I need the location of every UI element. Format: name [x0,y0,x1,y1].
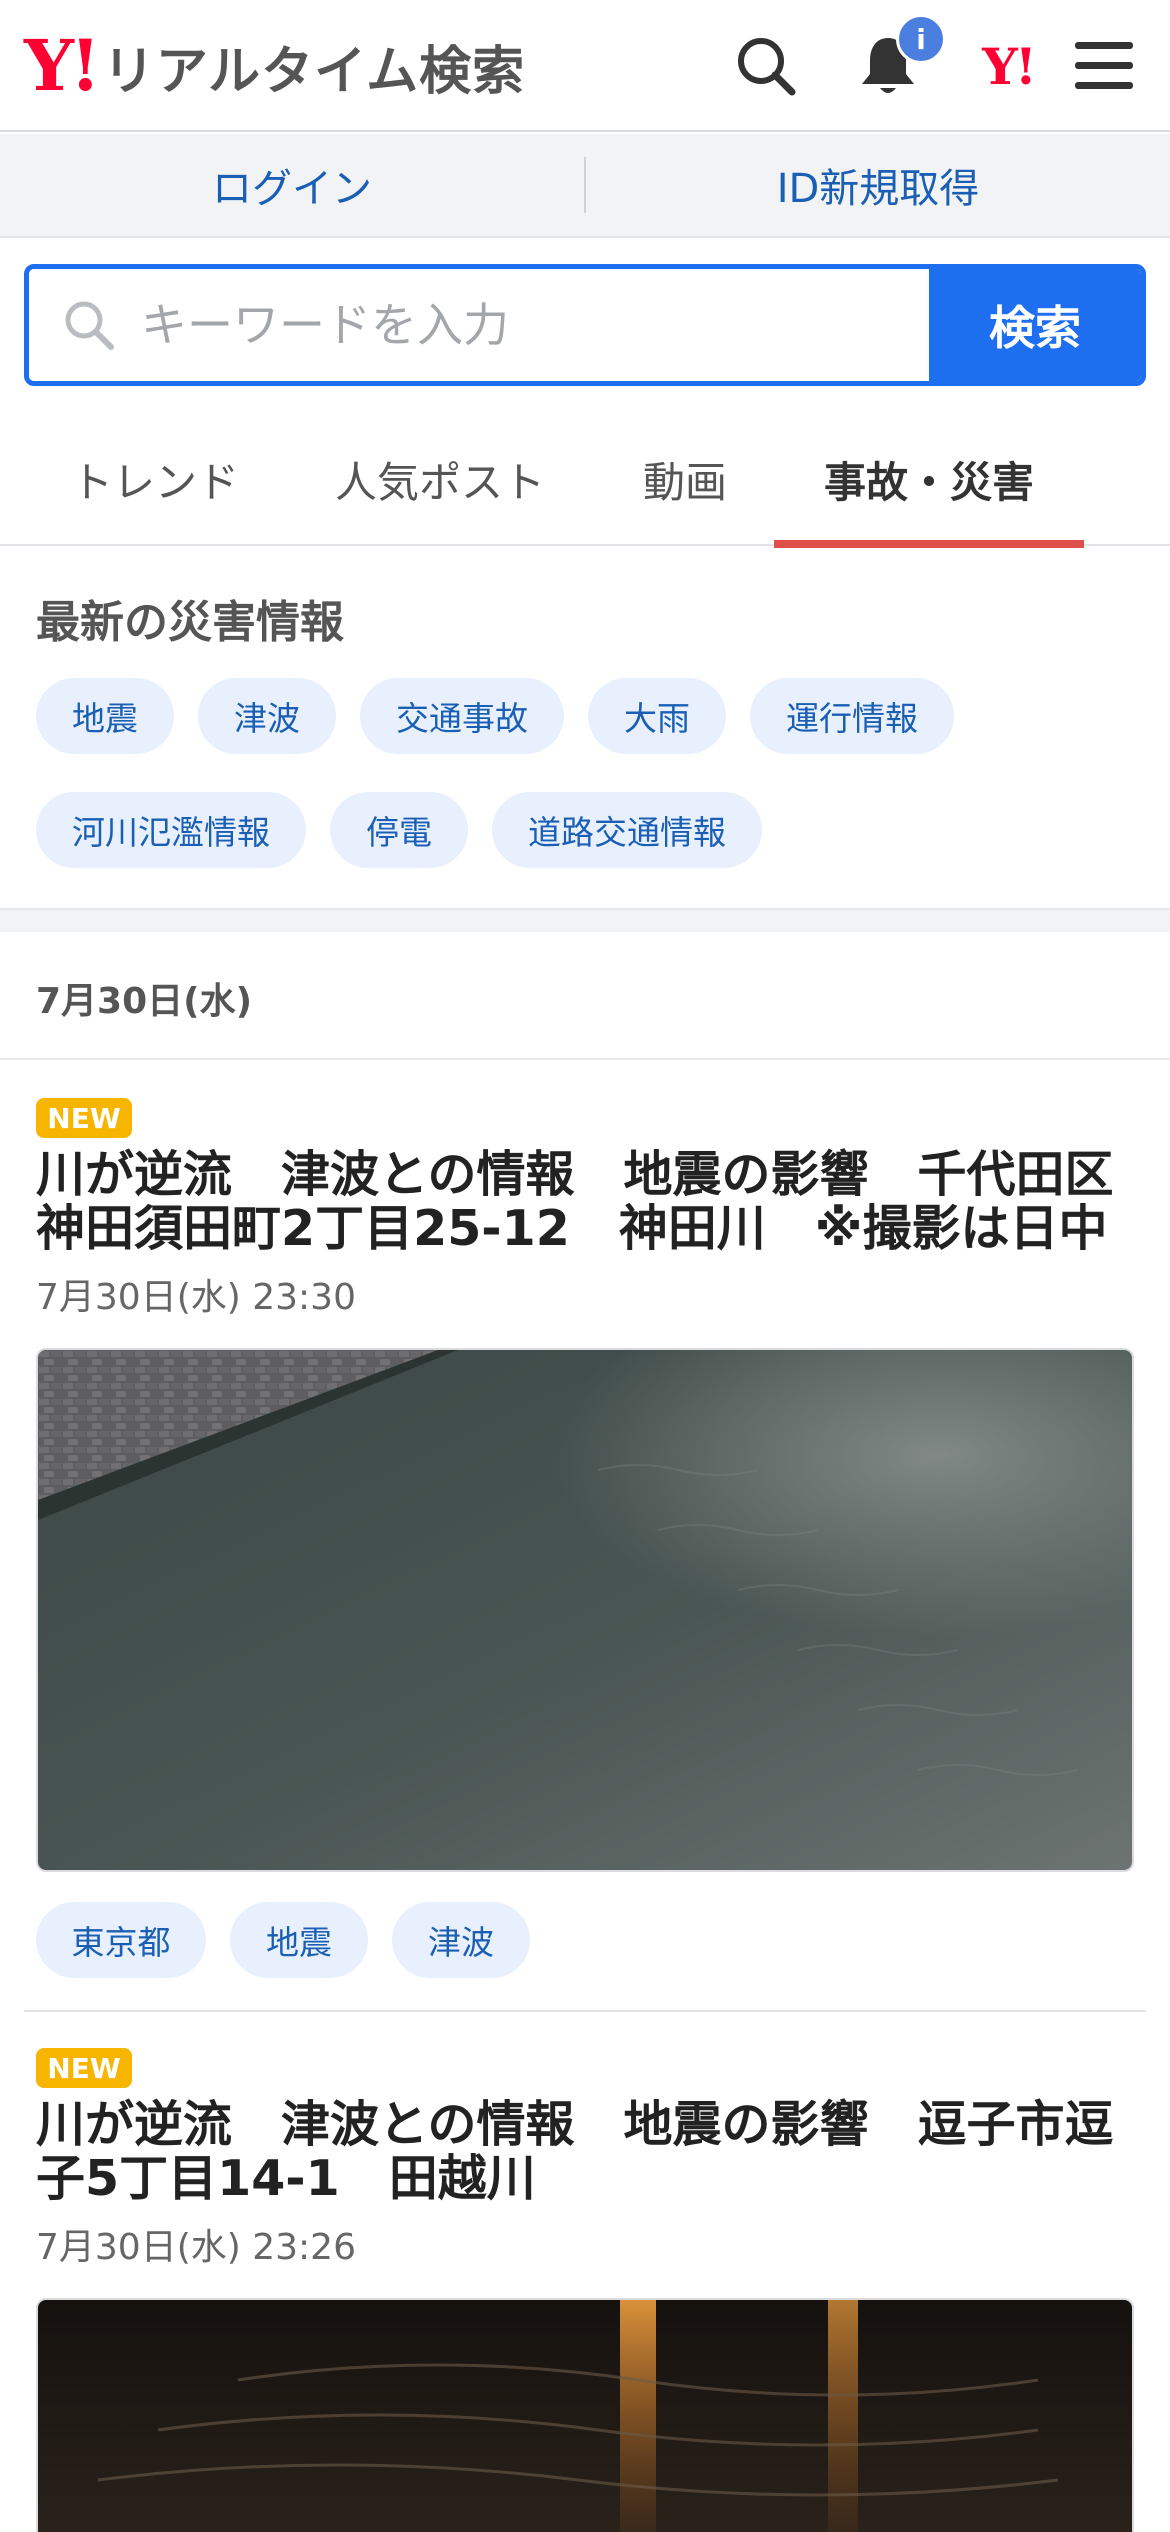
tab-trend[interactable]: トレンド [40,412,270,546]
post-title-line: 川が逆流 津波との情報 地震の影響 逗子市逗 [36,2096,1114,2153]
post-image[interactable] [36,2298,1134,2532]
active-tab-indicator [774,540,1084,548]
disaster-info-section: 最新の災害情報 地震 津波 交通事故 大雨 運行情報 河川氾濫情報 停電 道路交… [0,548,1170,908]
post-tag[interactable]: 地震 [230,1902,368,1978]
date-heading-row: 7月30日(水) [0,932,1170,1060]
new-badge: NEW [36,1098,132,1138]
yahoo-realtime-logo[interactable]: Y! リアルタイム検索 [24,28,525,104]
tab-accident-disaster[interactable]: 事故・災害 [774,412,1084,548]
yahoo-mini-logo: Y! [982,36,1037,96]
search-button[interactable]: 検索 [929,269,1141,381]
section-title: 最新の災害情報 [36,597,344,648]
post-tag[interactable]: 東京都 [36,1902,206,1978]
service-name: リアルタイム検索 [102,41,526,102]
post-title-line: 子5丁目14-1 田越川 [36,2150,536,2207]
chip-road-traffic[interactable]: 道路交通情報 [492,792,762,868]
post-tag[interactable]: 津波 [392,1902,530,1978]
search-input[interactable] [141,298,841,352]
section-gap [0,908,1170,932]
post-title[interactable]: 川が逆流 津波との情報 地震の影響 千代田区 神田須田町2丁目25-12 神田川… [36,1148,1136,1256]
yahoo-logo-mark: Y! [24,24,101,107]
post-separator [24,2010,1146,2012]
tab-accident-disaster-label: 事故・災害 [823,457,1034,507]
post-timestamp: 7月30日(水) 23:30 [36,1277,356,1318]
post-title[interactable]: 川が逆流 津波との情報 地震の影響 逗子市逗 子5丁目14-1 田越川 [36,2098,1136,2206]
tab-videos[interactable]: 動画 [610,412,760,546]
tab-popular-posts[interactable]: 人気ポスト [310,412,570,546]
post-title-line: 神田須田町2丁目25-12 神田川 ※撮影は日中 [36,1200,1108,1257]
login-bar: ログイン ID新規取得 [0,134,1170,238]
post-timestamp: 7月30日(水) 23:26 [36,2227,356,2268]
signup-link[interactable]: ID新規取得 [586,156,1170,214]
chip-service-info[interactable]: 運行情報 [750,678,954,754]
date-heading: 7月30日(水) [36,981,253,1022]
category-tabs: トレンド 人気ポスト 動画 事故・災害 [0,412,1170,548]
chip-power-outage[interactable]: 停電 [330,792,468,868]
search-field [29,269,929,381]
login-link[interactable]: ログイン [0,156,584,214]
search-form: 検索 [24,264,1146,386]
post-image[interactable] [36,1348,1134,1872]
post-title-line: 川が逆流 津波との情報 地震の影響 千代田区 [36,1146,1114,1203]
chip-tsunami[interactable]: 津波 [198,678,336,754]
search-icon[interactable] [730,30,802,102]
chip-heavy-rain[interactable]: 大雨 [588,678,726,754]
notification-badge: i [896,14,946,64]
chip-river-flood[interactable]: 河川氾濫情報 [36,792,306,868]
menu-icon[interactable] [1068,30,1140,102]
chip-earthquake[interactable]: 地震 [36,678,174,754]
yahoo-top-link[interactable]: Y! [970,30,1046,102]
new-badge: NEW [36,2048,132,2088]
chip-traffic-accident[interactable]: 交通事故 [360,678,564,754]
app-header: Y! リアルタイム検索 i Y! [0,0,1170,132]
search-field-icon [59,295,119,355]
